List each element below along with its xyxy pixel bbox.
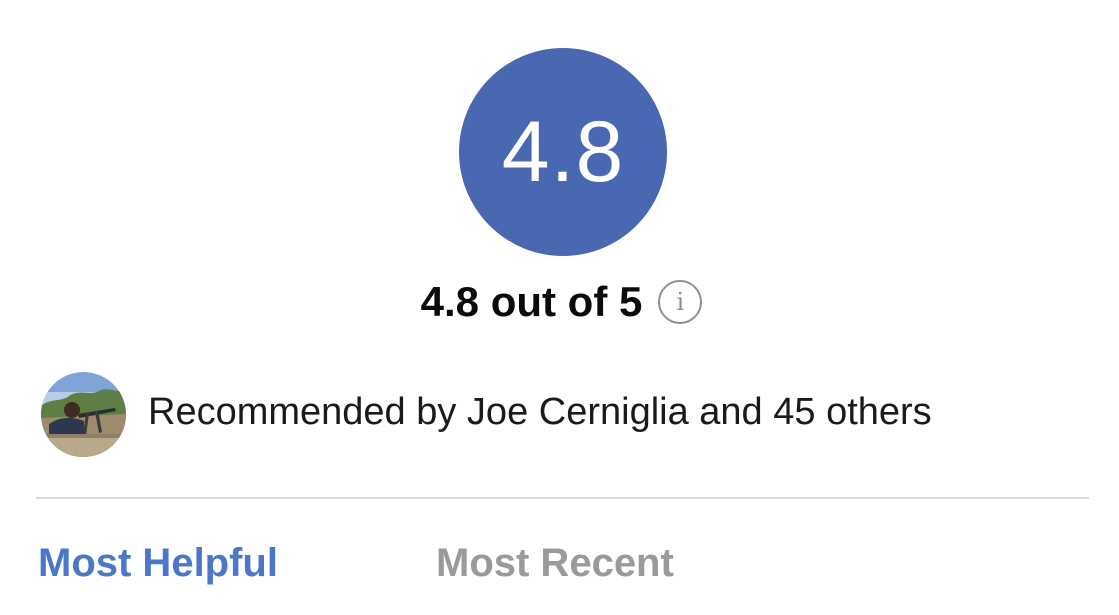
rating-summary-text: 4.8 out of 5 [420, 278, 643, 325]
recommendation-text: Recommended by Joe Cerniglia and 45 othe… [148, 391, 932, 433]
rating-summary-row: 4.8 out of 5 i [2, 274, 1119, 330]
tab-most-recent[interactable]: Most Recent [436, 543, 674, 583]
divider [36, 497, 1089, 499]
avatar[interactable] [41, 372, 126, 457]
rating-circle: 4.8 [459, 48, 667, 256]
avatar-image [41, 372, 126, 457]
rating-circle-value: 4.8 [501, 104, 625, 200]
info-icon[interactable]: i [658, 280, 703, 324]
tab-most-helpful[interactable]: Most Helpful [38, 543, 278, 583]
